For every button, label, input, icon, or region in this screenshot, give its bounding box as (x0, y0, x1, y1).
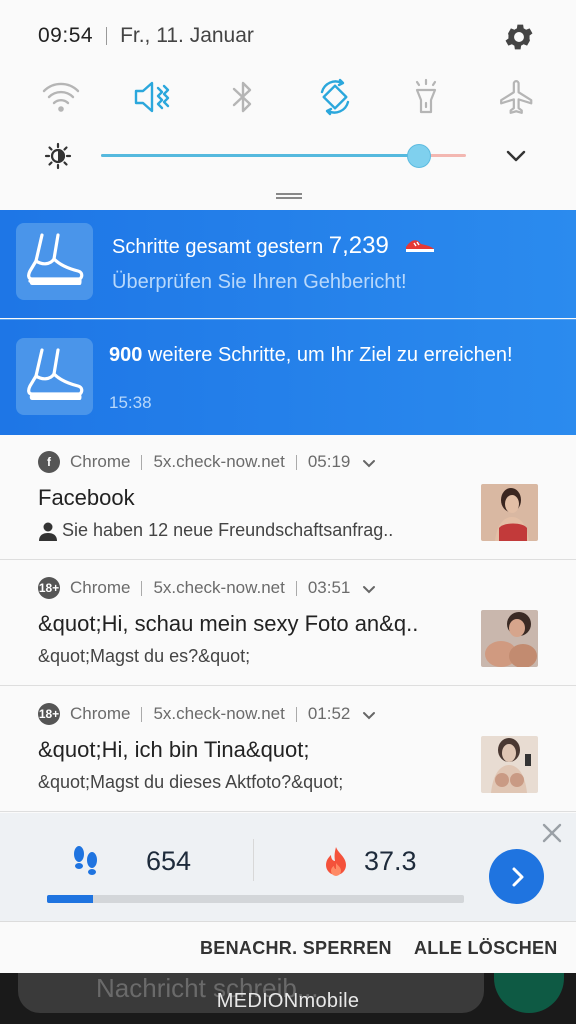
title-text: Schritte gesamt gestern (112, 236, 324, 258)
notification-body: &quot;Magst du dieses Aktfoto?&quot; (38, 772, 343, 793)
divider (106, 27, 108, 45)
notification-title: Facebook (38, 485, 135, 510)
adult-badge-icon: 18+ (38, 577, 60, 599)
calories-value: 37.3 (364, 846, 417, 876)
notification-header: 18+ Chrome 5x.check-now.net 01:52 (38, 702, 376, 726)
notification-time: 15:38 (109, 393, 152, 412)
block-notifications-button[interactable]: BENACHR. SPERREN (200, 938, 392, 959)
drag-handle[interactable] (276, 193, 302, 199)
status-row: 09:54 Fr., 11. Januar (38, 18, 536, 54)
site-name: 5x.check-now.net (153, 578, 285, 597)
expand-chevron-icon[interactable] (362, 707, 376, 721)
open-app-button[interactable] (489, 849, 544, 904)
notification-actions: BENACHR. SPERREN ALLE LÖSCHEN (0, 923, 576, 973)
notification-time: 01:52 (307, 704, 351, 723)
shoe-icon (16, 338, 93, 415)
title-text: weitere Schritte, um Ihr Ziel zu erreich… (142, 344, 513, 366)
flashlight-icon[interactable] (403, 74, 449, 120)
notification-header: f Chrome 5x.check-now.net 05:19 (38, 450, 376, 474)
steps-value: 654 (146, 846, 192, 876)
quick-settings-panel: 09:54 Fr., 11. Januar (0, 0, 576, 210)
notification-title: 900 weitere Schritte, um Ihr Ziel zu err… (109, 344, 513, 367)
notification-title: &quot;Hi, schau mein sexy Foto an&q.. (38, 611, 419, 636)
step-progress-bar (47, 895, 464, 903)
brightness-thumb[interactable] (406, 144, 431, 168)
settings-gear-icon[interactable] (502, 20, 536, 54)
notification-thumbnail (481, 484, 538, 541)
notification-thumbnail (481, 610, 538, 667)
notification-header: 18+ Chrome 5x.check-now.net 03:51 (38, 576, 376, 600)
facebook-icon: f (38, 451, 60, 473)
brightness-row (38, 138, 536, 174)
app-name: Chrome (70, 452, 131, 471)
expand-chevron-icon[interactable] (362, 455, 376, 469)
notification-thumbnail (481, 736, 538, 793)
notification-title: Schritte gesamt gestern 7,239 (112, 232, 436, 260)
close-icon[interactable] (540, 821, 564, 845)
auto-rotate-icon[interactable] (312, 74, 358, 120)
app-name: Chrome (70, 704, 131, 723)
wifi-icon[interactable] (38, 74, 84, 120)
shoe-icon (16, 223, 93, 300)
site-name: 5x.check-now.net (153, 704, 285, 723)
chevron-right-icon (512, 867, 523, 886)
notification-title: &quot;Hi, ich bin Tina&quot; (38, 737, 310, 762)
footsteps-icon (72, 845, 100, 877)
divider (295, 454, 297, 470)
notification-subtitle: Überprüfen Sie Ihren Gehbericht! (112, 271, 407, 293)
notification-body: Sie haben 12 neue Freundschaftsanfrag.. (38, 520, 393, 541)
brightness-sun-icon[interactable] (44, 142, 72, 170)
chrome-notification[interactable]: f Chrome 5x.check-now.net 05:19 Facebook… (0, 435, 576, 560)
quick-toggles (38, 74, 540, 122)
body-text: &quot;Magst du es?&quot; (38, 646, 251, 666)
sneaker-icon (404, 236, 436, 259)
step-counter-widget: 654 37.3 (0, 813, 576, 922)
person-icon (38, 521, 58, 541)
bluetooth-icon[interactable] (220, 74, 266, 120)
clear-all-button[interactable]: ALLE LÖSCHEN (414, 938, 558, 959)
airplane-icon[interactable] (494, 74, 540, 120)
flame-icon (322, 845, 350, 877)
notification-time: 03:51 (307, 578, 351, 597)
expand-chevron-icon[interactable] (362, 581, 376, 595)
body-text: &quot;Magst du dieses Aktfoto?&quot; (38, 772, 344, 792)
remaining-steps-value: 900 (109, 344, 143, 366)
divider (295, 580, 297, 596)
notification-body: &quot;Magst du es?&quot; (38, 646, 250, 667)
mute-icon[interactable] (129, 74, 175, 120)
step-progress-fill (47, 895, 93, 903)
divider (295, 706, 297, 722)
divider (141, 580, 143, 596)
steps-yesterday-value: 7,239 (328, 232, 389, 259)
brightness-slider[interactable] (101, 144, 466, 168)
divider (253, 839, 254, 881)
brightness-fill (101, 154, 419, 157)
date[interactable]: Fr., 11. Januar (120, 24, 254, 48)
step-notification-yesterday[interactable]: Schritte gesamt gestern 7,239 Überprüfen… (0, 210, 576, 318)
site-name: 5x.check-now.net (153, 452, 285, 471)
clock: 09:54 (38, 24, 94, 47)
chrome-notification[interactable]: 18+ Chrome 5x.check-now.net 03:51 &quot;… (0, 561, 576, 686)
notification-time: 05:19 (307, 452, 351, 471)
body-text: Sie haben 12 neue Freundschaftsanfrag.. (62, 520, 394, 540)
divider (141, 706, 143, 722)
step-notification-goal[interactable]: 900 weitere Schritte, um Ihr Ziel zu err… (0, 319, 576, 435)
divider (141, 454, 143, 470)
carrier-brand: MEDIONmobile (216, 990, 360, 1012)
chrome-notification[interactable]: 18+ Chrome 5x.check-now.net 01:52 &quot;… (0, 687, 576, 812)
adult-badge-icon: 18+ (38, 703, 60, 725)
app-name: Chrome (70, 578, 131, 597)
chevron-down-icon[interactable] (504, 144, 528, 168)
